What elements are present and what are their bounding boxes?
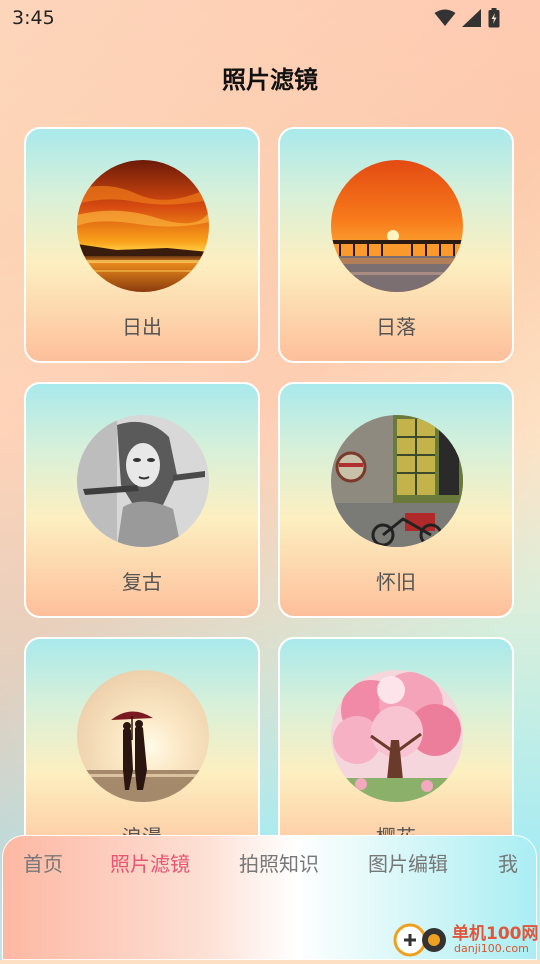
status-icons <box>434 8 500 32</box>
watermark-logo-icon <box>392 918 450 964</box>
nav-item-home[interactable]: 首页 <box>23 848 63 877</box>
nostalgic-street-photo <box>331 415 463 547</box>
filter-label: 怀旧 <box>376 570 416 594</box>
watermark-title: 单机100网 <box>452 924 539 944</box>
nav-item-image-edit[interactable]: 图片编辑 <box>368 848 448 877</box>
status-bar: 3:45 <box>0 0 540 36</box>
nav-item-me[interactable]: 我 <box>498 848 518 877</box>
filter-label: 复古 <box>122 570 162 594</box>
filter-card-sunrise[interactable]: 日出 <box>24 127 260 363</box>
sunset-pier-photo <box>331 160 463 292</box>
nav-item-photo-filter[interactable]: 照片滤镜 <box>110 848 190 877</box>
vintage-bw-portrait-photo <box>77 415 209 547</box>
filter-label: 日落 <box>376 315 416 339</box>
filter-label: 日出 <box>122 315 162 339</box>
signal-icon <box>462 9 482 31</box>
watermark: 单机100网 danji100.com <box>392 918 540 960</box>
status-time: 3:45 <box>12 7 55 29</box>
watermark-url: danji100.com <box>454 942 529 955</box>
romantic-couple-umbrella-photo <box>77 670 209 802</box>
filter-card-sunset[interactable]: 日落 <box>278 127 514 363</box>
filter-card-nostalgic[interactable]: 怀旧 <box>278 382 514 618</box>
battery-icon <box>488 8 500 32</box>
page-title: 照片滤镜 <box>222 66 318 94</box>
wifi-icon <box>434 9 456 31</box>
cherry-blossom-tree-photo <box>331 670 463 802</box>
sunrise-photo <box>77 160 209 292</box>
filter-card-vintage[interactable]: 复古 <box>24 382 260 618</box>
nav-item-photo-tips[interactable]: 拍照知识 <box>239 848 319 877</box>
